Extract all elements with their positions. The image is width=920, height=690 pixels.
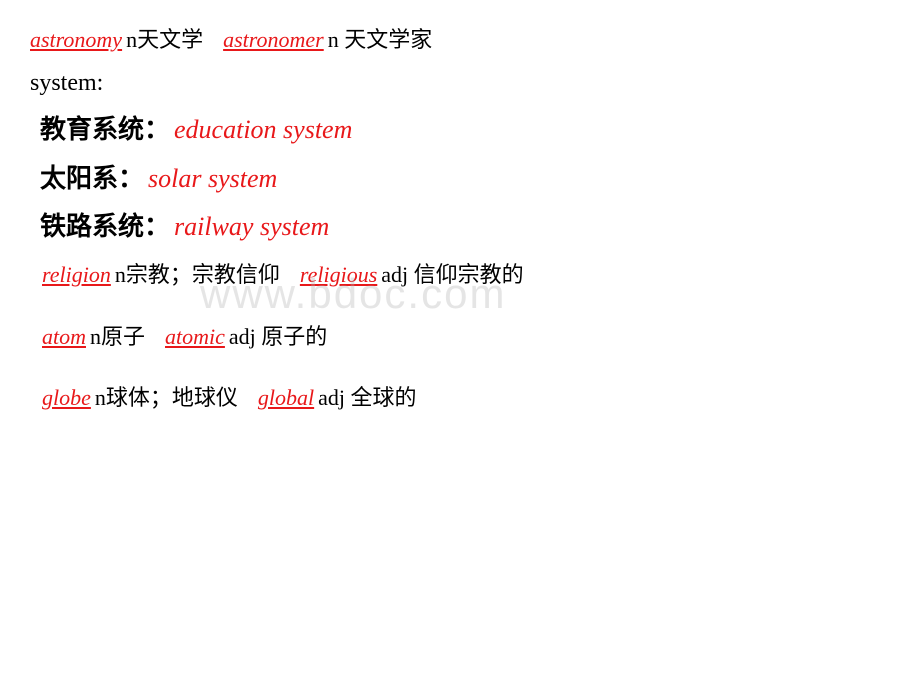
text-global-def: adj 全球的: [318, 378, 416, 418]
word-atomic: atomic: [165, 317, 225, 357]
line-religion: religion n宗教；宗教信仰 religious adj 信仰宗教的: [30, 255, 890, 295]
text-system: system:: [30, 62, 103, 105]
word-atom: atom: [42, 317, 86, 357]
word-religion: religion: [42, 255, 111, 295]
line-railway: 铁路系统： railway system: [30, 204, 890, 251]
word-astronomer: astronomer: [223, 20, 324, 60]
text-religion-def: n宗教；宗教信仰: [115, 255, 280, 295]
word-astronomy: astronomy: [30, 20, 122, 60]
zh-railway: 铁路系统：: [40, 204, 170, 251]
text-atomic-def: adj 原子的: [229, 317, 327, 357]
text-astronomer-def: n 天文学家: [328, 20, 433, 60]
en-solar: solar system: [148, 156, 277, 203]
text-atom-def: n原子: [90, 317, 145, 357]
main-content: astronomy n天文学 astronomer n 天文学家 system:…: [0, 0, 920, 448]
line-system: system:: [30, 62, 890, 105]
text-globe-def: n球体；地球仪: [95, 378, 238, 418]
line-solar: 太阳系： solar system: [30, 156, 890, 203]
en-education: education system: [174, 107, 352, 154]
line-atom: atom n原子 atomic adj 原子的: [30, 317, 890, 357]
text-astronomy-def: n天文学: [126, 20, 203, 60]
word-globe: globe: [42, 378, 91, 418]
word-religious: religious: [300, 255, 377, 295]
zh-education: 教育系统：: [40, 107, 170, 154]
en-railway: railway system: [174, 204, 329, 251]
zh-solar: 太阳系：: [40, 156, 144, 203]
line-education: 教育系统： education system: [30, 107, 890, 154]
word-global: global: [258, 378, 314, 418]
text-religious-def: adj 信仰宗教的: [381, 255, 523, 295]
line-globe: globe n球体；地球仪 global adj 全球的: [30, 378, 890, 418]
line-astronomy: astronomy n天文学 astronomer n 天文学家: [30, 20, 890, 60]
